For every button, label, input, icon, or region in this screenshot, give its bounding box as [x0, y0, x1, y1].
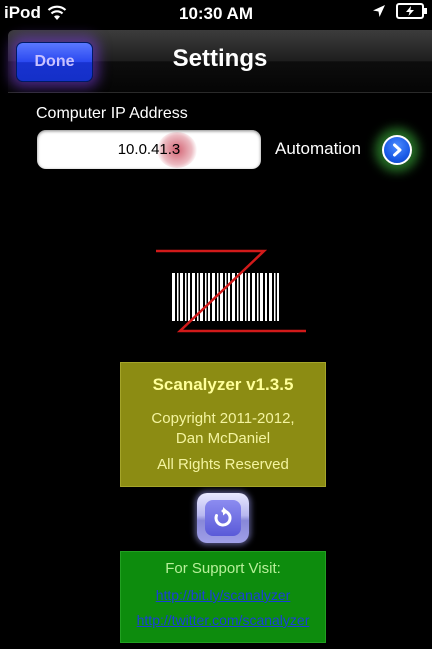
- battery-charging-icon: [396, 3, 427, 19]
- barcode-icon: [172, 273, 279, 321]
- barcode-z-logo: [156, 249, 306, 333]
- app-version: Scanalyzer v1.3.5: [152, 375, 294, 394]
- automation-label: Automation: [275, 139, 361, 158]
- refresh-button[interactable]: [197, 493, 249, 543]
- support-title: For Support Visit:: [165, 560, 281, 577]
- navigation-bar: Done Settings: [8, 30, 432, 93]
- support-link-twitter[interactable]: http://twitter.com/scanalyzer: [115, 612, 331, 628]
- support-box: For Support Visit: http://bit.ly/scanaly…: [120, 551, 326, 643]
- refresh-icon: [214, 507, 232, 527]
- ip-address-value: 10.0.41.3: [117, 141, 181, 158]
- copyright-line: Copyright 2011-2012,: [151, 410, 295, 427]
- settings-content: Computer IP Address 10.0.41.3 Automation: [8, 93, 432, 649]
- author-name: Dan McDaniel: [175, 430, 271, 447]
- chevron-right-circle-icon: [393, 143, 402, 157]
- location-arrow-icon: [373, 5, 385, 17]
- automation-button[interactable]: [382, 135, 412, 165]
- status-bar: iPod 10:30 AM: [0, 0, 432, 30]
- status-time: 10:30 AM: [178, 4, 253, 23]
- about-box: Scanalyzer v1.3.5 Copyright 2011-2012, D…: [120, 362, 326, 487]
- rights-text: All Rights Reserved: [157, 456, 289, 473]
- support-link-bitly[interactable]: http://bit.ly/scanalyzer: [121, 587, 325, 603]
- ip-address-label: Computer IP Address: [36, 105, 188, 122]
- ip-address-field[interactable]: 10.0.41.3: [37, 130, 261, 169]
- refresh-button-face: [205, 500, 241, 536]
- status-right: [372, 3, 427, 19]
- page-title: Settings: [172, 45, 268, 72]
